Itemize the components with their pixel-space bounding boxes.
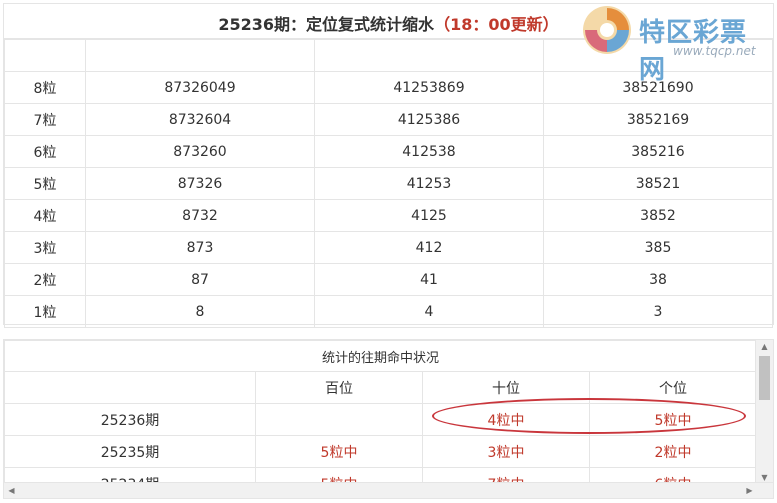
table-row: 4粒 8732 4125 3852 [4, 199, 773, 232]
scroll-left-icon[interactable]: ◀ [4, 483, 19, 498]
scroll-up-icon[interactable]: ▲ [756, 340, 773, 354]
header-bai: 百位 [255, 371, 423, 404]
scrollbar-corner [757, 483, 773, 498]
table-row: 3粒 873 412 385 [4, 231, 773, 264]
vertical-scrollbar[interactable]: ▲ ▼ [755, 340, 773, 485]
title-text: 25236期：定位复式统计缩水 [218, 15, 435, 34]
header-shi: 十位 [422, 371, 590, 404]
table-row: 1粒 8 4 3 [4, 295, 773, 328]
history-panel: 统计的往期命中状况 百位 十位 个位 25236期 4粒中 5粒中 25235期… [3, 339, 774, 499]
horizontal-scrollbar[interactable]: ◀ ▶ [4, 482, 773, 498]
logo-url: www.tqcp.net [673, 44, 756, 58]
scroll-right-icon[interactable]: ▶ [742, 483, 757, 498]
title-update-time: （18：00更新） [434, 15, 559, 34]
history-header-row: 百位 十位 个位 [4, 371, 758, 404]
table-row: 25235期 5粒中 3粒中 2粒中 [4, 435, 758, 468]
swirl-logo-icon [583, 6, 631, 54]
table-row: 25236期 4粒中 5粒中 [4, 403, 758, 436]
history-caption: 统计的往期命中状况 [4, 340, 758, 372]
table-row: 6粒 873260 412538 385216 [4, 135, 773, 168]
table-row: 2粒 87 41 38 [4, 263, 773, 296]
history-caption-row: 统计的往期命中状况 [4, 340, 758, 372]
site-logo[interactable]: 特区彩票网 www.tqcp.net [581, 4, 771, 85]
table-row: 7粒 8732604 4125386 3852169 [4, 103, 773, 136]
header-ge: 个位 [588, 371, 758, 404]
scroll-thumb[interactable] [759, 356, 770, 400]
table-row: 5粒 87326 41253 38521 [4, 167, 773, 200]
history-table: 统计的往期命中状况 百位 十位 个位 25236期 4粒中 5粒中 25235期… [4, 340, 758, 498]
